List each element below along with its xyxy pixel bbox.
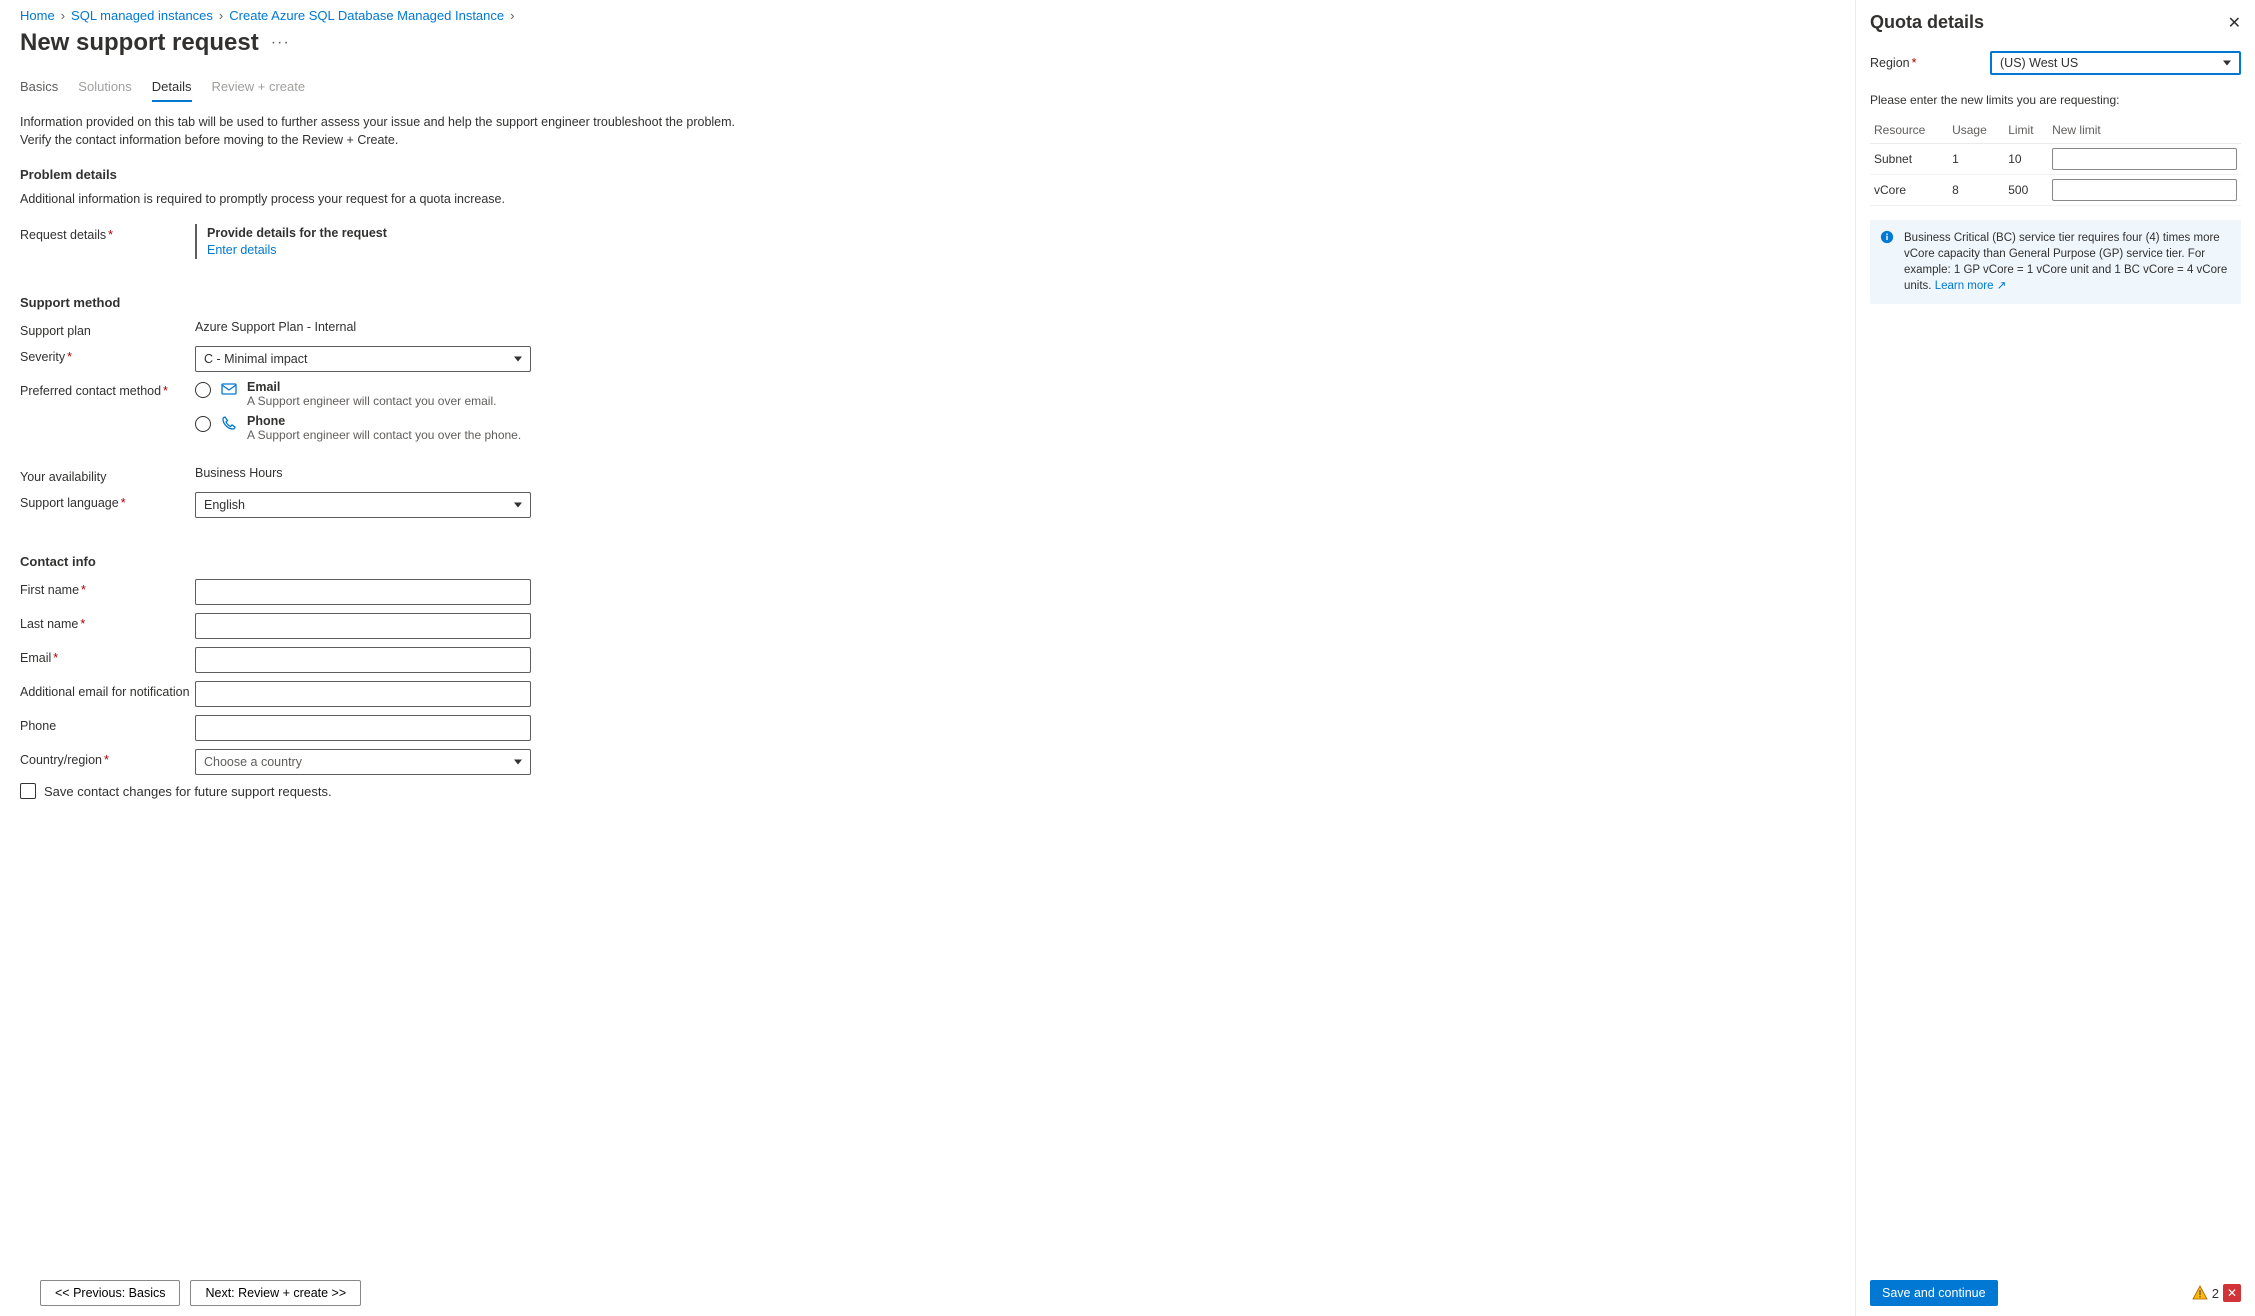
- support-plan-label: Support plan: [20, 320, 195, 338]
- new-limit-input-subnet[interactable]: [2052, 148, 2237, 170]
- tab-details[interactable]: Details: [152, 73, 192, 102]
- support-plan-value: Azure Support Plan - Internal: [195, 320, 531, 334]
- phone-option-desc: A Support engineer will contact you over…: [247, 428, 521, 442]
- additional-email-label: Additional email for notification: [20, 681, 195, 699]
- first-name-input[interactable]: [195, 579, 531, 605]
- cell-resource: Subnet: [1870, 144, 1948, 175]
- language-select[interactable]: English: [195, 492, 531, 518]
- cell-resource: vCore: [1870, 175, 1948, 206]
- request-details-label: Request details*: [20, 224, 195, 242]
- status-group: 2 ✕: [2192, 1284, 2241, 1302]
- phone-option-label: Phone: [247, 414, 521, 428]
- close-icon[interactable]: ✕: [2228, 13, 2241, 33]
- footer-buttons: << Previous: Basics Next: Review + creat…: [0, 1270, 1855, 1316]
- availability-value: Business Hours: [195, 466, 531, 480]
- email-radio[interactable]: [195, 382, 211, 398]
- table-row: vCore 8 500: [1870, 175, 2241, 206]
- chevron-right-icon: ›: [217, 8, 225, 23]
- provide-details-text: Provide details for the request: [207, 226, 531, 240]
- severity-select[interactable]: C - Minimal impact: [195, 346, 531, 372]
- cell-limit: 10: [2004, 144, 2048, 175]
- panel-title: Quota details: [1870, 12, 1984, 33]
- col-newlimit: New limit: [2048, 117, 2241, 144]
- new-limit-input-vcore[interactable]: [2052, 179, 2237, 201]
- breadcrumb-create[interactable]: Create Azure SQL Database Managed Instan…: [229, 8, 504, 23]
- email-option-desc: A Support engineer will contact you over…: [247, 394, 496, 408]
- previous-button[interactable]: << Previous: Basics: [40, 1280, 180, 1306]
- last-name-label: Last name*: [20, 613, 195, 631]
- col-limit: Limit: [2004, 117, 2048, 144]
- learn-more-link[interactable]: Learn more ↗: [1935, 280, 2007, 292]
- problem-details-heading: Problem details: [20, 167, 1835, 182]
- email-option-label: Email: [247, 380, 496, 394]
- table-row: Subnet 1 10: [1870, 144, 2241, 175]
- cell-usage: 8: [1948, 175, 2004, 206]
- first-name-label: First name*: [20, 579, 195, 597]
- phone-label: Phone: [20, 715, 195, 733]
- col-usage: Usage: [1948, 117, 2004, 144]
- contact-info-heading: Contact info: [20, 554, 1835, 569]
- chevron-right-icon: ›: [508, 8, 516, 23]
- breadcrumb: Home › SQL managed instances › Create Az…: [20, 8, 1835, 23]
- intro-text: Information provided on this tab will be…: [20, 114, 740, 149]
- last-name-input[interactable]: [195, 613, 531, 639]
- page-title: New support request: [20, 29, 259, 57]
- contact-method-label: Preferred contact method*: [20, 380, 195, 398]
- country-label: Country/region*: [20, 749, 195, 767]
- mail-icon: [221, 381, 237, 397]
- problem-details-sub: Additional information is required to pr…: [20, 192, 1835, 206]
- panel-instruction: Please enter the new limits you are requ…: [1870, 93, 2241, 107]
- region-select[interactable]: (US) West US: [1990, 51, 2241, 75]
- phone-icon: [221, 415, 237, 431]
- region-label: Region*: [1870, 56, 1990, 70]
- chevron-right-icon: ›: [59, 8, 67, 23]
- email-label: Email*: [20, 647, 195, 665]
- tab-solutions[interactable]: Solutions: [78, 73, 131, 102]
- info-icon: [1880, 230, 1894, 249]
- request-details-block: Provide details for the request Enter de…: [195, 224, 531, 259]
- enter-details-link[interactable]: Enter details: [207, 243, 276, 257]
- phone-input[interactable]: [195, 715, 531, 741]
- next-button[interactable]: Next: Review + create >>: [190, 1280, 361, 1306]
- breadcrumb-sql-mi[interactable]: SQL managed instances: [71, 8, 213, 23]
- language-label: Support language*: [20, 492, 195, 510]
- save-contact-checkbox[interactable]: [20, 783, 36, 799]
- email-input[interactable]: [195, 647, 531, 673]
- col-resource: Resource: [1870, 117, 1948, 144]
- quota-table: Resource Usage Limit New limit Subnet 1 …: [1870, 117, 2241, 206]
- cell-limit: 500: [2004, 175, 2048, 206]
- support-method-heading: Support method: [20, 295, 1835, 310]
- tab-review[interactable]: Review + create: [212, 73, 306, 102]
- warning-count: 2: [2212, 1286, 2219, 1301]
- phone-radio[interactable]: [195, 416, 211, 432]
- tab-bar: Basics Solutions Details Review + create: [20, 73, 1835, 102]
- quota-details-panel: Quota details ✕ Region* (US) West US Ple…: [1855, 0, 2255, 1316]
- main-content: Home › SQL managed instances › Create Az…: [0, 0, 1855, 1316]
- breadcrumb-home[interactable]: Home: [20, 8, 55, 23]
- info-box: Business Critical (BC) service tier requ…: [1870, 220, 2241, 304]
- error-icon[interactable]: ✕: [2223, 1284, 2241, 1302]
- availability-label: Your availability: [20, 466, 195, 484]
- additional-email-input[interactable]: [195, 681, 531, 707]
- warning-icon: [2192, 1285, 2208, 1301]
- more-button[interactable]: ···: [271, 34, 290, 52]
- severity-label: Severity*: [20, 346, 195, 364]
- save-contact-label: Save contact changes for future support …: [44, 784, 332, 799]
- save-continue-button[interactable]: Save and continue: [1870, 1280, 1998, 1306]
- tab-basics[interactable]: Basics: [20, 73, 58, 102]
- cell-usage: 1: [1948, 144, 2004, 175]
- country-select[interactable]: Choose a country: [195, 749, 531, 775]
